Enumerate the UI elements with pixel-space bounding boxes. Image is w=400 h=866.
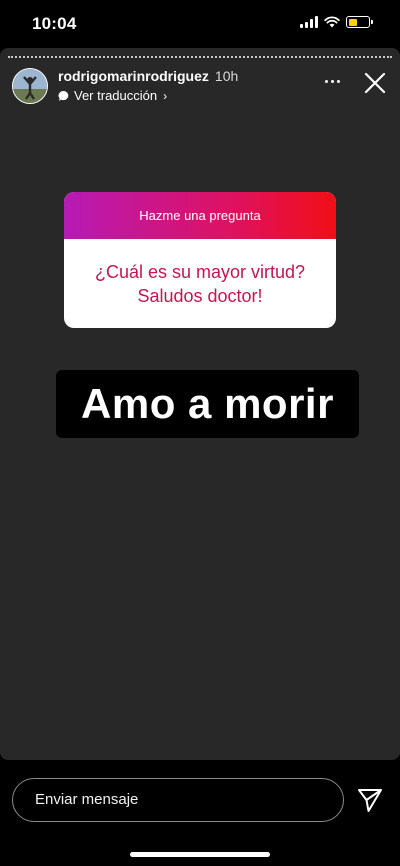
question-line-2: Saludos doctor! — [137, 285, 263, 306]
status-icons — [300, 16, 373, 28]
story-username[interactable]: rodrigomarinrodriguez 10h — [58, 68, 238, 84]
home-indicator — [130, 852, 270, 857]
username-text[interactable]: rodrigomarinrodriguez — [58, 68, 209, 84]
question-line-1: ¿Cuál es su mayor virtud? — [94, 261, 306, 282]
story-header: rodrigomarinrodriguez 10h Ver traducción … — [12, 66, 388, 106]
question-sticker[interactable]: Hazme una pregunta ¿Cuál es su mayor vir… — [64, 192, 336, 328]
message-placeholder[interactable]: Enviar mensaje — [35, 791, 138, 808]
send-icon[interactable] — [356, 786, 384, 814]
story-container[interactable]: rodrigomarinrodriguez 10h Ver traducción … — [0, 48, 400, 760]
battery-fill — [348, 18, 358, 26]
translate-label[interactable]: Ver traducción — [74, 88, 157, 103]
message-input[interactable]: Enviar mensaje — [12, 778, 344, 822]
speech-bubble-icon — [58, 90, 69, 101]
status-bar: 10:04 — [0, 0, 400, 48]
more-horizontal-icon[interactable] — [325, 80, 340, 83]
chevron-right-icon: › — [163, 88, 168, 103]
story-progress-bar — [8, 56, 392, 61]
answer-text: Amo a morir — [56, 370, 359, 438]
translate-link[interactable]: Ver traducción › — [58, 88, 167, 103]
wifi-icon — [324, 16, 340, 28]
story-time-ago: 10h — [214, 68, 239, 84]
close-icon[interactable] — [362, 70, 388, 96]
status-time: 10:04 — [32, 14, 77, 33]
question-text: ¿Cuál es su mayor virtud? Saludos doctor… — [64, 239, 336, 328]
avatar[interactable] — [12, 68, 48, 104]
question-sticker-header: Hazme una pregunta — [64, 192, 336, 239]
signal-icon — [300, 16, 318, 28]
battery-icon — [346, 16, 373, 28]
